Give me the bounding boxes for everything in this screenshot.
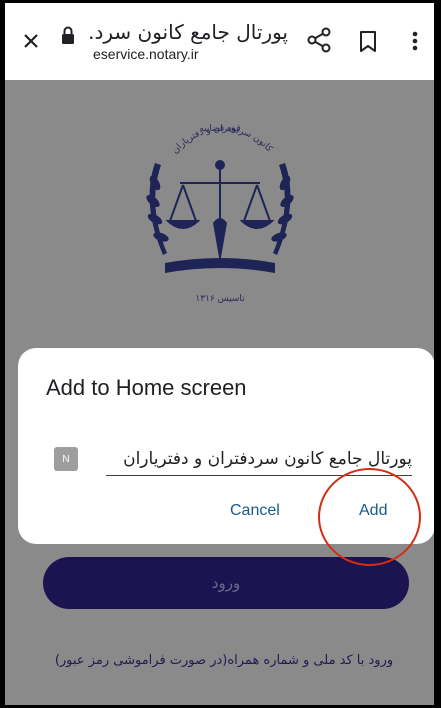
logo-bottom-text: تاسیس ۱۳۱۶ bbox=[195, 294, 245, 304]
dialog-title: Add to Home screen bbox=[46, 375, 247, 400]
add-button[interactable]: Add bbox=[359, 502, 387, 520]
cancel-button[interactable]: Cancel bbox=[230, 502, 280, 520]
add-to-home-dialog: Add to Home screen N Cancel Add bbox=[18, 348, 434, 544]
app-icon: N bbox=[54, 447, 78, 471]
bookmark-icon[interactable] bbox=[355, 27, 381, 55]
close-button[interactable] bbox=[17, 27, 45, 55]
close-icon bbox=[24, 34, 38, 48]
page-url[interactable]: eservice.notary.ir bbox=[93, 46, 199, 62]
notary-logo: قوه قضاییه کانون سردفتران و دفتریاران تا… bbox=[146, 124, 294, 304]
book-icon bbox=[165, 258, 275, 273]
logo-arc-text: کانون سردفتران و دفتریاران bbox=[170, 124, 274, 156]
browser-toolbar: پورتال جامع کانون سرد... eservice.notary… bbox=[5, 3, 434, 80]
lock-icon bbox=[62, 26, 74, 44]
pen-nib-icon bbox=[213, 218, 227, 263]
forgot-password-link[interactable]: ورود با کد ملی و شماره همراه(در صورت فرا… bbox=[25, 653, 423, 668]
shortcut-name-input[interactable] bbox=[106, 443, 412, 476]
share-icon[interactable] bbox=[304, 25, 334, 55]
page-title: پورتال جامع کانون سرد... bbox=[90, 20, 288, 44]
login-button[interactable]: ورود bbox=[43, 557, 409, 609]
more-vert-icon[interactable] bbox=[403, 27, 427, 55]
screen: قوه قضاییه کانون سردفتران و دفتریاران تا… bbox=[5, 3, 434, 705]
